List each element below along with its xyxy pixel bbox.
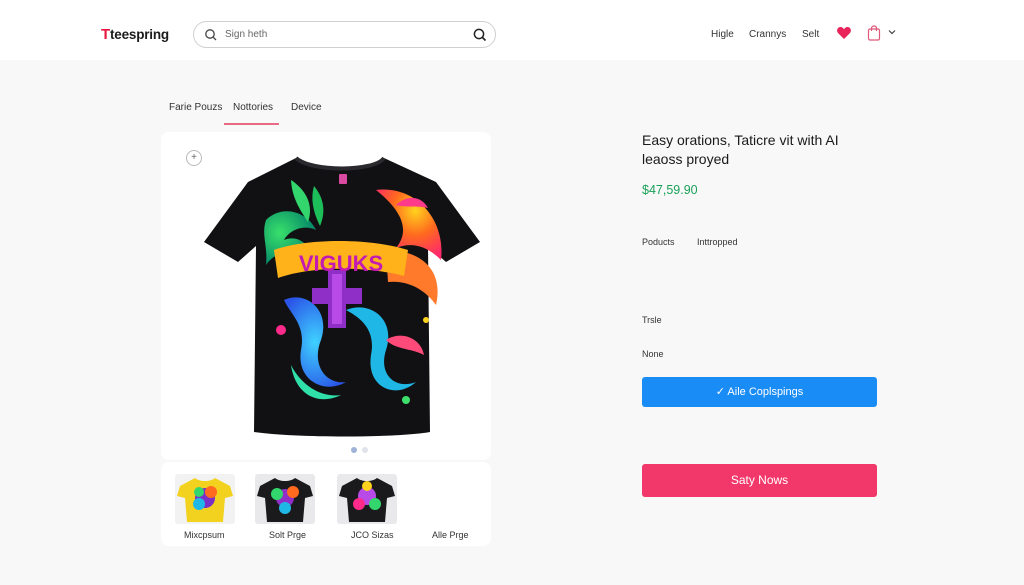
buy-now-button[interactable]: Saty Nows [642, 464, 877, 497]
carousel-dot[interactable] [362, 447, 368, 453]
chevron-down-icon[interactable] [887, 27, 897, 37]
thumbnail-black-back[interactable] [337, 474, 397, 524]
logo-mark: T [101, 26, 110, 43]
shirt-graphic-text: VIGUKS [299, 251, 383, 276]
search-submit-icon[interactable] [472, 27, 488, 43]
thumbnail-label-jco-sizas: JCO Sizas [351, 530, 394, 540]
top-bar: Tteespring Sign heth Higle Crannys Selt [0, 0, 1024, 60]
nav-link-higle[interactable]: Higle [711, 29, 734, 40]
thumbnail-black-front[interactable] [255, 474, 315, 524]
zoom-button[interactable]: + [186, 150, 202, 166]
tab-device[interactable]: Device [291, 102, 322, 113]
tab-nottories[interactable]: Nottories [233, 102, 273, 113]
option-label-none: None [642, 349, 664, 359]
meta-inttropped[interactable]: Inttropped [697, 237, 738, 247]
search-bar[interactable]: Sign heth [193, 21, 496, 48]
meta-poducts[interactable]: Poducts [642, 237, 675, 247]
option-label-trsle: Trsle [642, 315, 662, 325]
product-title: Easy orations, Taticre vit with AI leaos… [642, 132, 839, 167]
product-tshirt-image[interactable]: VIGUKS [196, 150, 488, 440]
thumbnail-label-mixcpsum: Mixcpsum [184, 530, 225, 540]
thumbnail-label-solt-prge: Solt Prge [269, 530, 307, 540]
active-tab-indicator [224, 123, 279, 125]
search-placeholder[interactable]: Sign heth [225, 29, 267, 40]
nav-link-selt[interactable]: Selt [802, 29, 819, 40]
heart-icon[interactable] [836, 25, 852, 41]
search-icon [205, 29, 217, 41]
logo[interactable]: Tteespring [101, 26, 169, 43]
shopping-bag-icon[interactable] [867, 25, 881, 41]
product-price: $47,59.90 [642, 183, 698, 197]
carousel-dot-active[interactable] [351, 447, 357, 453]
logo-text: teespring [109, 27, 169, 42]
thumbnail-yellow[interactable] [175, 474, 235, 524]
plus-icon: + [191, 152, 197, 163]
nav-link-crannys[interactable]: Crannys [749, 29, 786, 40]
thumbnail-label-alle-prge[interactable]: Alle Prge [432, 530, 469, 540]
add-to-cart-button[interactable]: ✓ Aile Coplspings [642, 377, 877, 407]
tab-farie-pouzs[interactable]: Farie Pouzs [169, 102, 222, 113]
